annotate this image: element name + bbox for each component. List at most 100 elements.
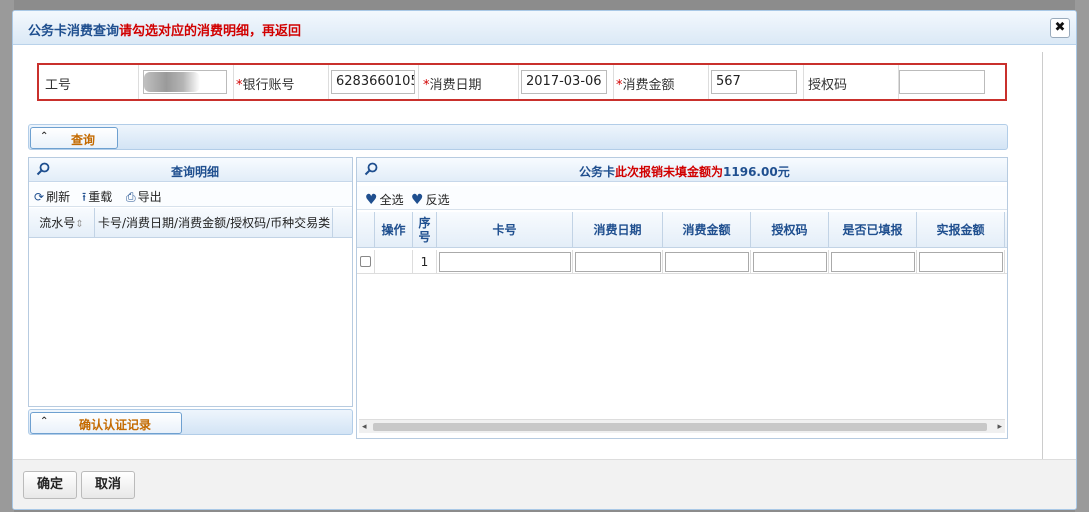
row-consume-date-cell — [573, 250, 663, 274]
auth-code-input[interactable] — [899, 70, 985, 94]
bank-account-label: *银行账号 — [236, 74, 295, 93]
reimbursement-amount: 1196.00元 — [723, 165, 790, 179]
search-icon — [364, 162, 378, 176]
refresh-icon: ⟳ — [34, 190, 45, 204]
background-right — [1075, 0, 1089, 512]
query-detail-panel: 查询明细 ⟳ 刷新 ⭱ 重载 ⎙ 导出 流水号⇕ 卡号/消费日期/消费金额/授权码/币… — [28, 157, 353, 407]
column-index[interactable]: 序号 — [413, 212, 437, 248]
query-detail-header: 查询明细 — [29, 158, 352, 182]
auth-code-input-cell — [899, 65, 999, 99]
invert-select-button[interactable]: ♥ 反选 — [411, 191, 450, 208]
confirm-records-button[interactable]: ⌃ 确认认证记录 — [30, 412, 182, 434]
column-consume-date[interactable]: 消费日期 — [573, 212, 663, 248]
reimbursement-grid-header: 操作 序号 卡号 消费日期 消费金额 授权码 是否已填报 实报金额 — [357, 212, 1007, 248]
column-serial-no[interactable]: 流水号⇕ — [29, 208, 95, 238]
sort-icon[interactable]: ⇕ — [75, 219, 83, 230]
query-detail-grid-header: 流水号⇕ 卡号/消费日期/消费金额/授权码/币种交易类 — [29, 208, 352, 238]
employee-id-input[interactable] — [143, 70, 227, 94]
select-all-button[interactable]: ♥ 全选 — [365, 191, 404, 208]
column-consume-amount[interactable]: 消费金额 — [663, 212, 751, 248]
reimbursement-title-card: 公务卡 — [579, 165, 616, 179]
reimbursement-title: 公务卡此次报销未填金额为1196.00元 — [579, 163, 790, 180]
column-card-details[interactable]: 卡号/消费日期/消费金额/授权码/币种交易类 — [95, 208, 333, 238]
horizontal-scrollbar[interactable]: ◂ ▸ — [359, 419, 1005, 433]
row-actual-amount-cell — [917, 250, 1005, 274]
row-filled-status-input[interactable] — [831, 252, 915, 272]
refresh-label: 刷新 — [46, 190, 71, 204]
close-icon[interactable]: ✖ — [1050, 18, 1070, 38]
column-action[interactable]: 操作 — [375, 212, 413, 248]
query-detail-title: 查询明细 — [171, 165, 220, 179]
row-filled-status-cell — [829, 250, 917, 274]
row-action-cell — [375, 250, 413, 274]
column-serial-no-label: 流水号 — [39, 216, 76, 230]
consume-date-label-cell: *消费日期 — [419, 65, 519, 99]
reload-button[interactable]: ⭱ 重载 — [82, 188, 112, 209]
row-index: 1 — [413, 250, 437, 274]
consume-amount-label-cell: *消费金额 — [614, 65, 709, 99]
scrollbar-thumb[interactable] — [373, 423, 987, 431]
card-query-dialog: 公务卡消费查询请勾选对应的消费明细，再返回 ✖ 工号 *银行账号 6283660… — [12, 10, 1077, 510]
bank-account-input[interactable]: 6283660105: — [331, 70, 415, 94]
table-row: 1 — [357, 250, 1007, 274]
row-card-no-input[interactable] — [439, 252, 571, 272]
dialog-title-main: 公务卡消费查询 — [28, 24, 120, 39]
row-checkbox-cell — [357, 250, 375, 274]
cancel-button[interactable]: 取消 — [81, 471, 135, 499]
consume-amount-input-cell: 567 — [709, 65, 804, 99]
heart-icon: ♥ — [411, 192, 424, 208]
column-checkbox — [357, 212, 375, 248]
query-button-label: 查询 — [71, 133, 96, 147]
consume-amount-input[interactable]: 567 — [711, 70, 797, 94]
employee-id-input-cell — [139, 65, 234, 99]
column-actual-amount[interactable]: 实报金额 — [917, 212, 1005, 248]
caret-up-icon: ⌃ — [40, 416, 49, 427]
export-button[interactable]: ⎙ 导出 — [126, 188, 162, 205]
auth-code-label-cell: 授权码 — [804, 65, 899, 99]
dialog-footer: 确定 取消 — [13, 459, 1076, 509]
dialog-header: 公务卡消费查询请勾选对应的消费明细，再返回 ✖ — [13, 11, 1076, 45]
row-auth-code-cell — [751, 250, 829, 274]
reimbursement-title-text: 此次报销未填金额为 — [615, 165, 724, 179]
invert-select-label: 反选 — [425, 193, 450, 207]
consume-date-input-cell: 2017-03-06 — [519, 65, 614, 99]
query-detail-toolbar: ⟳ 刷新 ⭱ 重载 ⎙ 导出 — [29, 183, 352, 207]
query-button[interactable]: ⌃ 查询 — [30, 127, 118, 149]
reimbursement-panel: 公务卡此次报销未填金额为1196.00元 ♥ 全选 ♥ 反选 操作 序号 卡号 消费… — [356, 157, 1008, 439]
export-label: 导出 — [137, 190, 162, 204]
employee-id-label: 工号 — [45, 78, 72, 93]
consume-amount-label-text: 消费金额 — [622, 78, 675, 93]
auth-code-label: 授权码 — [808, 78, 848, 93]
heart-icon: ♥ — [365, 192, 378, 208]
dialog-title-instruction: 请勾选对应的消费明细，再返回 — [119, 24, 302, 39]
row-auth-code-input[interactable] — [753, 252, 827, 272]
reimbursement-header: 公务卡此次报销未填金额为1196.00元 — [357, 158, 1007, 182]
scroll-right-icon[interactable]: ▸ — [997, 420, 1002, 434]
dialog-body: 工号 *银行账号 6283660105: *消费日期 2017-03-06 *消… — [13, 46, 1076, 461]
refresh-button[interactable]: ⟳ 刷新 — [34, 188, 70, 205]
employee-id-cell: 工号 — [39, 65, 139, 99]
column-card-no[interactable]: 卡号 — [437, 212, 573, 248]
dialog-title: 公务卡消费查询请勾选对应的消费明细，再返回 — [28, 20, 301, 39]
column-auth-code[interactable]: 授权码 — [751, 212, 829, 248]
row-card-no-cell — [437, 250, 573, 274]
consume-date-label: *消费日期 — [423, 74, 482, 93]
consume-date-label-text: 消费日期 — [429, 78, 482, 93]
consume-amount-label: *消费金额 — [616, 74, 675, 93]
upload-icon: ⭱ — [82, 190, 87, 204]
redacted-blur — [144, 72, 200, 92]
row-checkbox[interactable] — [360, 256, 371, 267]
select-all-label: 全选 — [379, 193, 404, 207]
bank-account-label-cell: *银行账号 — [234, 65, 329, 99]
bank-account-label-text: 银行账号 — [242, 78, 295, 93]
row-consume-amount-input[interactable] — [665, 252, 749, 272]
row-consume-date-input[interactable] — [575, 252, 661, 272]
consume-date-input[interactable]: 2017-03-06 — [521, 70, 607, 94]
scroll-left-icon[interactable]: ◂ — [362, 420, 367, 434]
search-icon — [36, 162, 50, 176]
query-section-bar: ⌃ 查询 — [28, 124, 1008, 150]
confirm-section-bar: ⌃ 确认认证记录 — [28, 409, 353, 435]
ok-button[interactable]: 确定 — [23, 471, 77, 499]
row-actual-amount-input[interactable] — [919, 252, 1003, 272]
column-filled-status[interactable]: 是否已填报 — [829, 212, 917, 248]
